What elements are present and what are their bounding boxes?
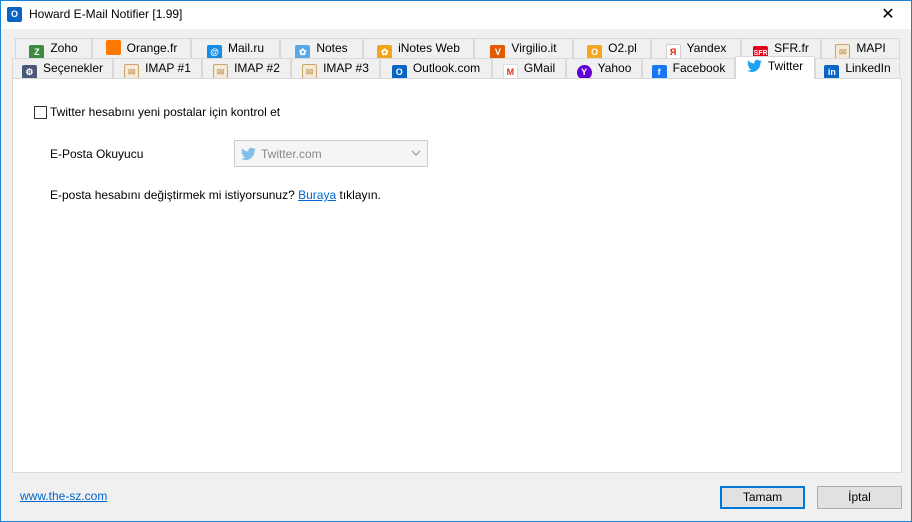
tab-orange[interactable]: Orange.fr — [92, 38, 191, 58]
tab-yahoo[interactable]: Y Yahoo — [566, 58, 642, 80]
tab-linkedin[interactable]: in LinkedIn — [815, 58, 900, 80]
twitter-icon — [746, 59, 762, 74]
tab-label: Mail.ru — [227, 41, 264, 55]
tab-label: IMAP #2 — [234, 61, 280, 75]
tab-mailru[interactable]: @ Mail.ru — [191, 38, 280, 60]
ok-button[interactable]: Tamam — [720, 486, 805, 509]
tab-twitter[interactable]: Twitter — [735, 56, 815, 79]
tab-imap2[interactable]: ✉ IMAP #2 — [202, 58, 291, 79]
tab-mapi[interactable]: ✉ MAPI — [821, 38, 900, 59]
website-link[interactable]: www.the-sz.com — [20, 489, 107, 503]
change-account-row: E-posta hesabını değiştirmek mi istiyors… — [50, 188, 381, 202]
tab-virgilio[interactable]: V Virgilio.it — [474, 38, 573, 60]
tab-imap3[interactable]: ✉ IMAP #3 — [291, 58, 380, 79]
tab-gmail[interactable]: M GMail — [492, 58, 566, 79]
check-twitter-row[interactable]: Twitter hesabını yeni postalar için kont… — [34, 105, 280, 119]
outlook-app-icon: O — [7, 7, 22, 22]
tab-label: Yandex — [686, 41, 727, 55]
envelope-icon: ✉ — [124, 64, 140, 79]
close-button[interactable]: ✕ — [865, 1, 911, 29]
tab-facebook[interactable]: f Facebook — [642, 58, 735, 80]
tab-imap1[interactable]: ✉ IMAP #1 — [113, 58, 202, 79]
orange-icon — [105, 40, 121, 55]
tab-label: Seçenekler — [42, 61, 104, 75]
tab-settings[interactable]: ⚙ Seçenekler — [12, 58, 113, 80]
tab-o2[interactable]: O O2.pl — [573, 38, 651, 60]
cancel-button[interactable]: İptal — [817, 486, 902, 509]
tab-label: Outlook.com — [412, 61, 481, 75]
tab-yandex[interactable]: Я Yandex — [651, 38, 741, 59]
tab-outlook[interactable]: O Outlook.com — [380, 58, 492, 80]
email-reader-value: Twitter.com — [261, 147, 322, 161]
tab-label: Virgilio.it — [511, 41, 557, 55]
tab-label: Zoho — [50, 41, 78, 55]
tab-label: LinkedIn — [845, 61, 891, 75]
tab-label: Twitter — [767, 59, 804, 73]
window-title: Howard E-Mail Notifier [1.99] — [29, 7, 183, 21]
tab-inotes[interactable]: ✿ iNotes Web — [363, 38, 474, 60]
change-account-suffix: tıklayın. — [339, 188, 381, 202]
twitter-icon — [241, 147, 256, 160]
change-account-text: E-posta hesabını değiştirmek mi istiyors… — [50, 188, 295, 202]
title-bar: O Howard E-Mail Notifier [1.99] ✕ — [1, 1, 911, 29]
tab-label: Notes — [316, 41, 348, 55]
tab-notes[interactable]: ✿ Notes — [280, 38, 363, 60]
chevron-down-icon — [411, 150, 421, 156]
tab-sfr[interactable]: SFR SFR.fr — [741, 38, 821, 61]
tab-label: SFR.fr — [774, 41, 809, 55]
change-account-link[interactable]: Buraya — [298, 188, 336, 202]
tab-label: O2.pl — [608, 41, 637, 55]
gmail-icon: M — [502, 64, 518, 79]
envelope-icon: ✉ — [213, 64, 229, 79]
tab-label: Yahoo — [597, 61, 632, 75]
check-twitter-label[interactable]: Twitter hesabını yeni postalar için kont… — [50, 105, 280, 119]
yandex-icon: Я — [665, 44, 681, 59]
tab-label: Orange.fr — [126, 41, 178, 55]
tab-zoho[interactable]: Z Zoho — [15, 38, 92, 60]
tab-label: IMAP #3 — [323, 61, 369, 75]
check-twitter-checkbox[interactable] — [34, 105, 47, 119]
email-reader-select[interactable]: Twitter.com — [234, 140, 428, 167]
tab-label: MAPI — [856, 41, 886, 55]
main-window: O Howard E-Mail Notifier [1.99] ✕ Z Zoho … — [0, 0, 912, 522]
tab-label: IMAP #1 — [145, 61, 191, 75]
twitter-panel: Twitter hesabını yeni postalar için kont… — [12, 78, 902, 473]
tab-label: Facebook — [672, 61, 726, 75]
tab-label: GMail — [523, 61, 556, 75]
envelope-icon: ✉ — [302, 64, 318, 79]
envelope-icon: ✉ — [835, 44, 851, 59]
email-reader-label: E-Posta Okuyucu — [50, 147, 144, 161]
tab-label: iNotes Web — [398, 41, 460, 55]
